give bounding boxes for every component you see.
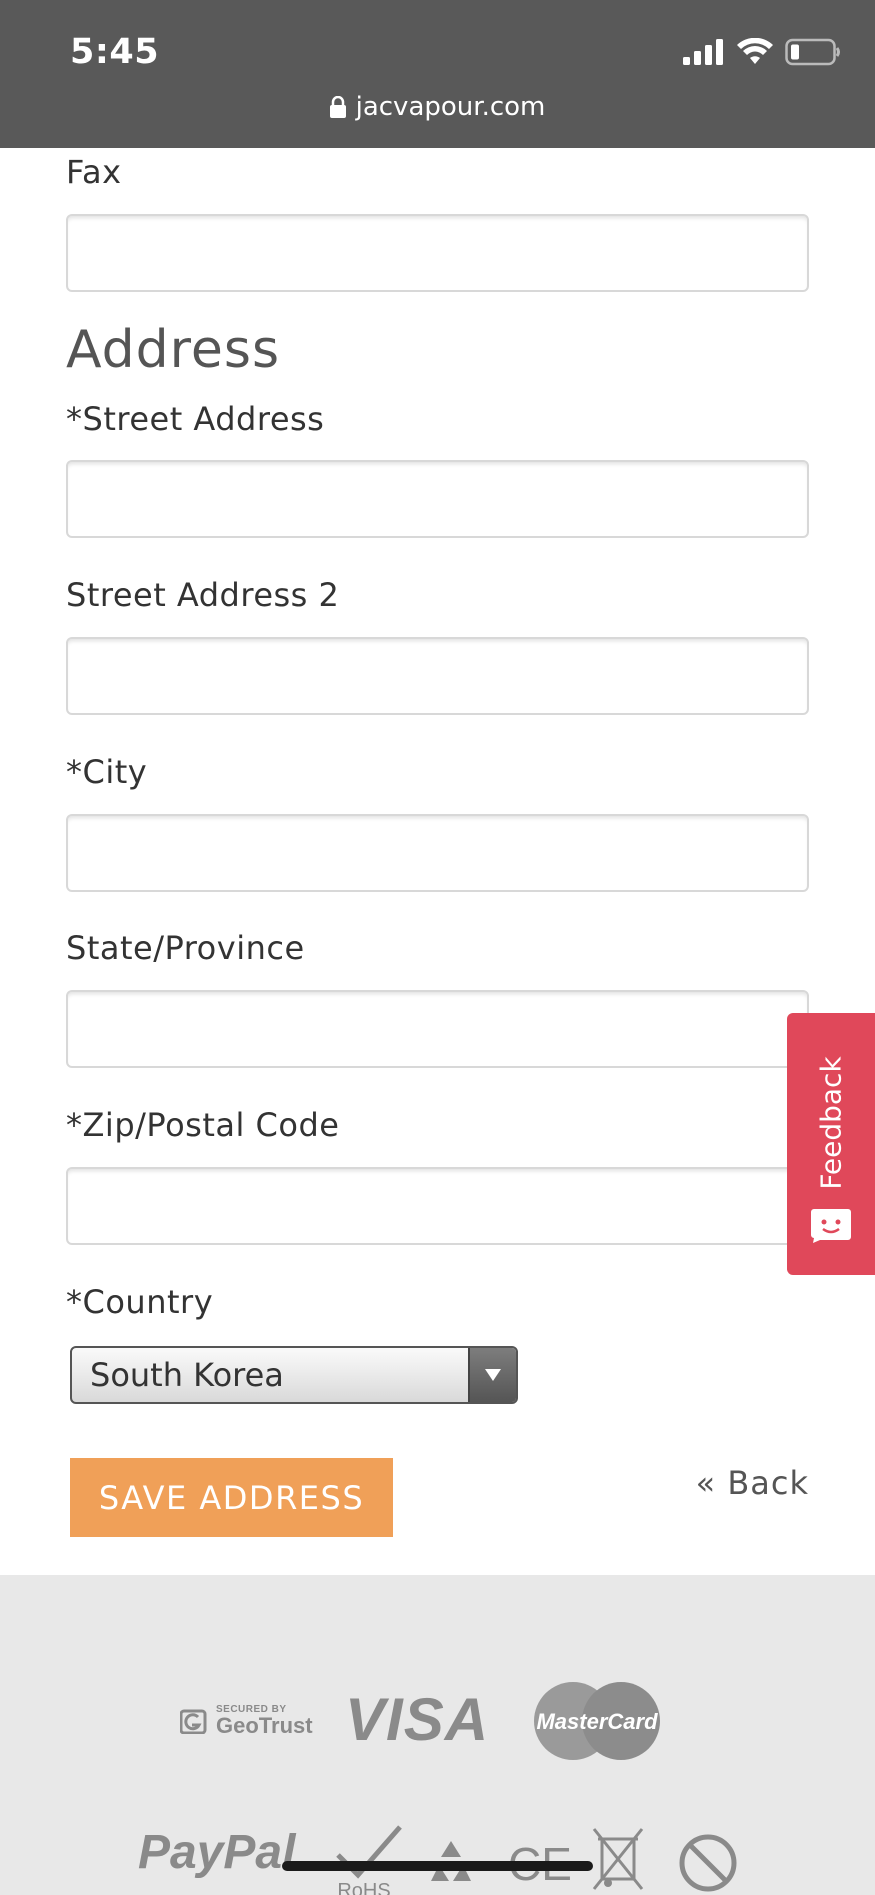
zip-code-label: *Zip/Postal Code (66, 1106, 340, 1144)
street-address-label: *Street Address (66, 400, 325, 438)
weee-bin-icon (592, 1828, 644, 1890)
paypal-logo: PayPal (138, 1826, 296, 1879)
geotrust-mark-icon (180, 1709, 207, 1734)
visa-logo: VISA (345, 1686, 490, 1753)
zip-code-input[interactable] (66, 1167, 809, 1245)
cellular-signal-icon (683, 39, 723, 65)
rohs-text: RoHS (337, 1880, 390, 1895)
state-province-input[interactable] (66, 990, 809, 1068)
chat-smile-icon (811, 1209, 851, 1243)
city-input[interactable] (66, 814, 809, 892)
status-bar: 5:45 jacvapour.com (0, 0, 875, 148)
age-restriction-icon (679, 1834, 737, 1892)
back-link[interactable]: « Back (696, 1464, 809, 1502)
street-address-2-label: Street Address 2 (66, 576, 340, 614)
street-address-input[interactable] (66, 460, 809, 538)
lock-icon (329, 96, 346, 118)
country-select[interactable]: South Korea (70, 1346, 518, 1404)
battery-icon (785, 38, 840, 66)
footer: SECURED BY GeoTrust VISA MasterCard PayP… (0, 1575, 875, 1895)
country-select-value: South Korea (90, 1356, 284, 1394)
address-heading: Address (66, 320, 281, 380)
feedback-tab[interactable]: Feedback (787, 1013, 875, 1275)
url-text: jacvapour.com (355, 92, 546, 122)
wifi-icon (737, 38, 773, 64)
status-time: 5:45 (70, 32, 160, 72)
feedback-label: Feedback (814, 1056, 848, 1190)
home-indicator (282, 1861, 593, 1871)
fax-label: Fax (66, 153, 122, 191)
rohs-checkmark-icon: RoHS (336, 1825, 402, 1895)
street-address-2-input[interactable] (66, 637, 809, 715)
mastercard-text: MasterCard (536, 1709, 658, 1734)
geotrust-name: GeoTrust (216, 1713, 313, 1738)
country-label: *Country (66, 1283, 214, 1321)
save-address-button[interactable]: SAVE ADDRESS (70, 1458, 393, 1537)
mastercard-logo: MasterCard (534, 1682, 660, 1760)
fax-input[interactable] (66, 214, 809, 292)
status-icons (683, 38, 841, 66)
address-bar[interactable]: jacvapour.com (0, 92, 875, 122)
geotrust-logo: SECURED BY GeoTrust (180, 1705, 313, 1737)
city-label: *City (66, 753, 148, 791)
chevron-down-icon (468, 1348, 516, 1402)
state-province-label: State/Province (66, 929, 305, 967)
